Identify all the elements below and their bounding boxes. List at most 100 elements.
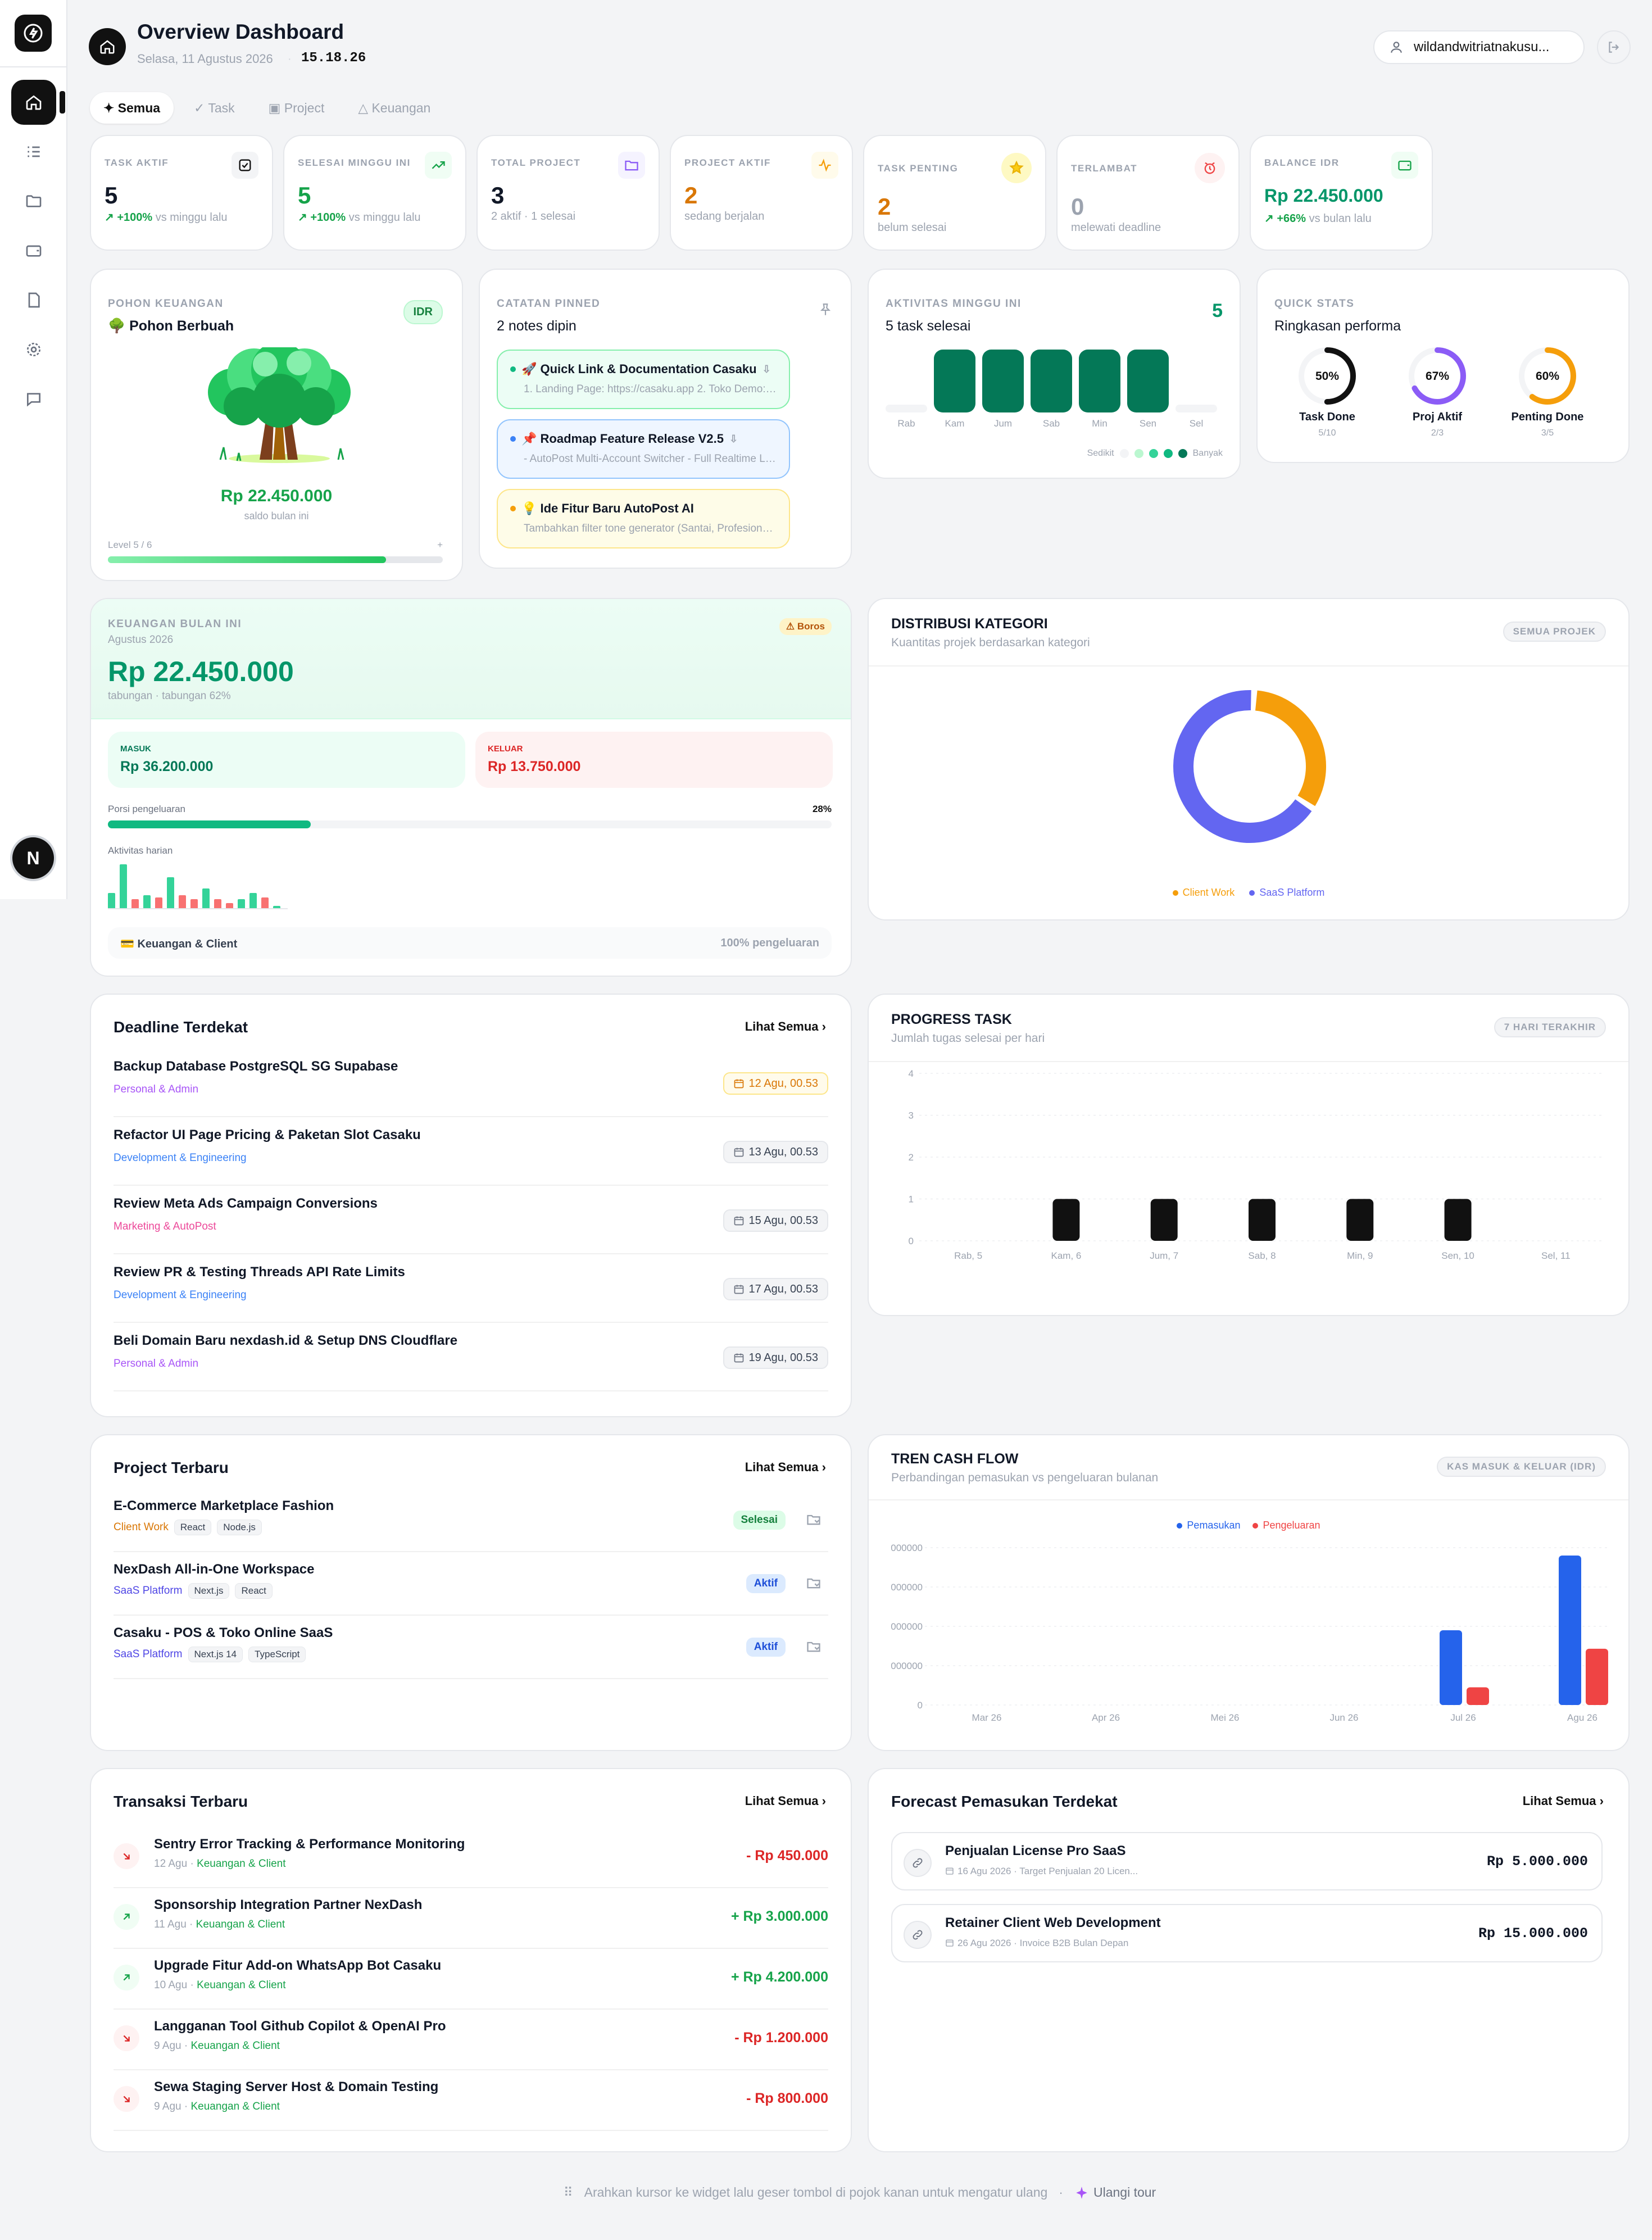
progress-range-filter[interactable]: 7 HARI TERAKHIR: [1494, 1017, 1606, 1037]
activity-day-label: Min: [1092, 418, 1108, 429]
stat-card[interactable]: TASK AKTIF 5 ↗ +100% vs minggu lalu: [90, 135, 273, 251]
progress-bar[interactable]: [1150, 1199, 1178, 1241]
note-title: 🚀 Quick Link & Documentation Casaku: [521, 362, 757, 376]
sidebar-home[interactable]: [11, 80, 56, 125]
note-title: 📌 Roadmap Feature Release V2.5: [521, 432, 724, 446]
daily-bar: [179, 895, 186, 908]
deadline-see-all[interactable]: Lihat Semua ›: [745, 1019, 826, 1034]
stat-label: BALANCE IDR: [1264, 157, 1340, 168]
cashflow-bar[interactable]: [1586, 1648, 1608, 1705]
activity-day-bar: [1031, 350, 1072, 412]
user-menu[interactable]: wildandwitriatnakusu...: [1373, 30, 1585, 64]
transaction-item[interactable]: Upgrade Fitur Add-on WhatsApp Bot Casaku…: [114, 1958, 828, 2010]
tab-project[interactable]: ▣ Project: [255, 92, 338, 124]
pinned-note[interactable]: 🚀 Quick Link & Documentation Casaku ⇩ 1. …: [497, 350, 790, 409]
pin-icon[interactable]: [818, 302, 833, 317]
finance-sub: tabungan · tabungan 62%: [108, 690, 231, 702]
forecast-see-all[interactable]: Lihat Semua ›: [1523, 1794, 1604, 1808]
tab-semua[interactable]: ✦ Semua: [90, 92, 174, 124]
tab-task[interactable]: ✓ Task: [180, 92, 248, 124]
x-tick-label: Sel, 11: [1541, 1250, 1571, 1261]
forecast-title: Forecast Pemasukan Terdekat: [891, 1793, 1118, 1810]
projects-see-all[interactable]: Lihat Semua ›: [745, 1460, 826, 1475]
tab-keuangan[interactable]: △ Keuangan: [344, 92, 444, 124]
replay-tour-button[interactable]: Ulangi tour: [1074, 2185, 1156, 2200]
sidebar-notes[interactable]: [11, 278, 56, 323]
open-project-button[interactable]: [806, 1575, 822, 1594]
transaction-title: Sponsorship Integration Partner NexDash: [154, 1897, 423, 1912]
activity-count: 5: [1212, 300, 1223, 321]
see-all-label: Lihat Semua: [1522, 1794, 1596, 1808]
open-project-button[interactable]: [806, 1639, 822, 1657]
transaction-meta: 9 Agu · Keuangan & Client: [154, 2040, 280, 2052]
sidebar-finance[interactable]: [11, 228, 56, 273]
progress-bar[interactable]: [1249, 1199, 1276, 1241]
cashflow-bar[interactable]: [1467, 1687, 1489, 1706]
deadline-item[interactable]: Backup Database PostgreSQL SG Supabase Pe…: [114, 1059, 828, 1117]
forecast-item[interactable]: Retainer Client Web Development 26 Agu 20…: [891, 1904, 1603, 1962]
transaction-item[interactable]: Sewa Staging Server Host & Domain Testin…: [114, 2079, 828, 2131]
stat-card[interactable]: SELESAI MINGGU INI 5 ↗ +100% vs minggu lal…: [283, 135, 466, 251]
deadline-item[interactable]: Refactor UI Page Pricing & Paketan Slot …: [114, 1127, 828, 1186]
activity-day-bar: [934, 350, 975, 412]
pinned-note[interactable]: 📌 Roadmap Feature Release V2.5 ⇩ - AutoPo…: [497, 419, 790, 479]
ratio-bar: [108, 820, 832, 828]
calendar-icon: [946, 1867, 954, 1875]
transaction-item[interactable]: Sentry Error Tracking & Performance Moni…: [114, 1837, 828, 1888]
stat-card[interactable]: TOTAL PROJECT 3 2 aktif · 1 selesai: [476, 135, 660, 251]
check-square-icon: [232, 152, 258, 179]
donut-slice[interactable]: [1255, 690, 1326, 806]
transactions-see-all[interactable]: Lihat Semua ›: [745, 1794, 826, 1808]
logout-button[interactable]: [1597, 30, 1631, 64]
transaction-date: 12 Agu ·: [154, 1858, 197, 1870]
deadline-item[interactable]: Beli Domain Baru nexdash.id & Setup DNS …: [114, 1333, 828, 1391]
cashflow-bar[interactable]: [1559, 1556, 1581, 1705]
deadline-item[interactable]: Review Meta Ads Campaign Conversions Mark…: [114, 1196, 828, 1254]
finance-month: Agustus 2026: [108, 634, 174, 646]
pinned-note[interactable]: 💡 Ide Fitur Baru AutoPost AI Tambahkan f…: [497, 489, 790, 548]
transaction-item[interactable]: Sponsorship Integration Partner NexDash 1…: [114, 1897, 828, 1949]
progress-bar[interactable]: [1444, 1199, 1472, 1241]
stat-card[interactable]: BALANCE IDR Rp 22.450.000 ↗ +66% vs bulan …: [1250, 135, 1433, 251]
header-date: Selasa, 11 Agustus 2026: [137, 52, 273, 66]
stat-card[interactable]: TASK PENTING 2 belum selesai: [863, 135, 1046, 251]
stat-card[interactable]: PROJECT AKTIF 2 sedang berjalan: [670, 135, 853, 251]
sidebar-projects[interactable]: [11, 179, 56, 224]
daily-bar: [167, 877, 174, 908]
stat-label: TOTAL PROJECT: [491, 157, 581, 168]
footer-hint-text: Arahkan kursor ke widget lalu geser tomb…: [584, 2185, 1048, 2200]
project-item[interactable]: E-Commerce Marketplace Fashion Client Wor…: [114, 1498, 828, 1552]
sidebar-tasks[interactable]: [11, 129, 56, 174]
project-item[interactable]: Casaku - POS & Toko Online SaaS SaaS Plat…: [114, 1625, 828, 1679]
distribution-title: DISTRIBUSI KATEGORI: [891, 616, 1048, 632]
sidebar-chat[interactable]: [11, 377, 56, 421]
avatar[interactable]: N: [12, 837, 54, 879]
stat-card[interactable]: TERLAMBAT 0 melewati deadline: [1056, 135, 1240, 251]
transaction-item[interactable]: Langganan Tool Github Copilot & OpenAI P…: [114, 2019, 828, 2070]
app-logo[interactable]: [15, 15, 52, 52]
progress-card: PROGRESS TASK Jumlah tugas selesai per h…: [868, 994, 1630, 1316]
tree-label: POHON KEUANGAN: [108, 298, 224, 310]
progress-bar[interactable]: [1052, 1199, 1080, 1241]
deadline-item[interactable]: Review PR & Testing Threads API Rate Lim…: [114, 1264, 828, 1323]
project-item[interactable]: NexDash All-in-One Workspace SaaS Platfor…: [114, 1562, 828, 1616]
transaction-amount: - Rp 800.000: [746, 2091, 828, 2106]
progress-bar[interactable]: [1346, 1199, 1374, 1241]
expense-value: Rp 13.750.000: [488, 759, 581, 774]
daily-bar: [261, 897, 269, 908]
activity-day-bar: [1176, 405, 1217, 412]
stat-value: 5: [105, 182, 118, 208]
forecast-item[interactable]: Penjualan License Pro SaaS 16 Agu 2026 · …: [891, 1832, 1603, 1890]
y-tick-label: 0: [909, 1236, 914, 1246]
project-tag: Node.js: [217, 1520, 262, 1535]
sidebar-settings[interactable]: [11, 327, 56, 372]
projects-title: Project Terbaru: [114, 1459, 229, 1476]
cashflow-filter[interactable]: KAS MASUK & KELUAR (IDR): [1437, 1457, 1606, 1477]
see-all-label: Lihat Semua: [745, 1019, 819, 1033]
legend-expense: Pengeluaran: [1263, 1520, 1320, 1531]
distribution-filter[interactable]: SEMUA PROJEK: [1503, 622, 1606, 642]
open-project-button[interactable]: [806, 1512, 822, 1530]
stat-sub: melewati deadline: [1071, 221, 1161, 234]
cashflow-bar[interactable]: [1440, 1630, 1462, 1705]
tree-caption: saldo bulan ini: [244, 510, 309, 522]
